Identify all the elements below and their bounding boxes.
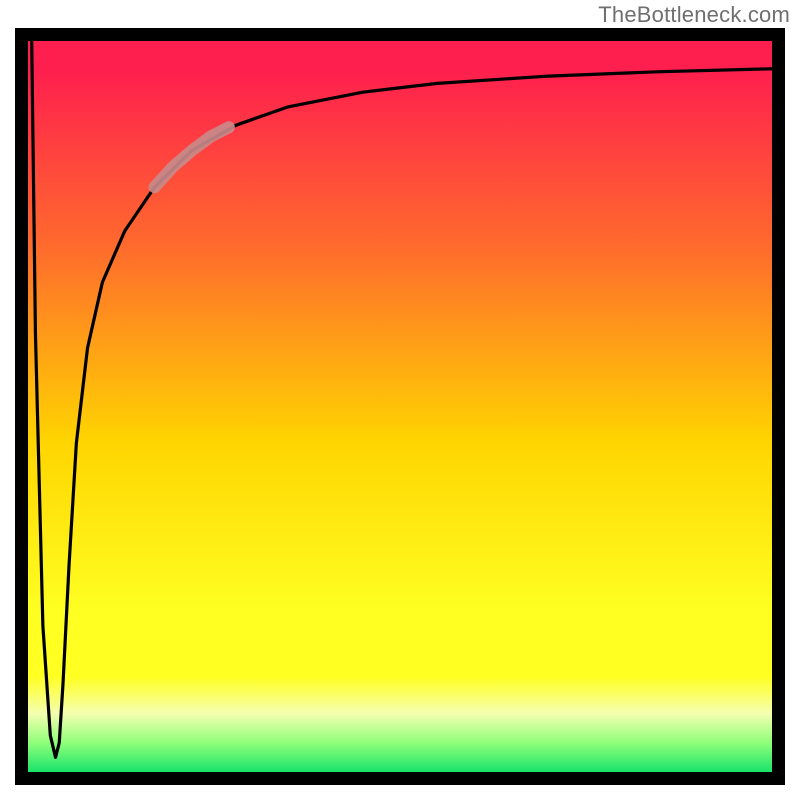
highlight-segment [154,127,228,187]
attribution-text: TheBottleneck.com [598,2,790,28]
chart-svg [28,41,772,772]
chart-plot-area [15,28,785,785]
bottleneck-curve [32,41,772,757]
